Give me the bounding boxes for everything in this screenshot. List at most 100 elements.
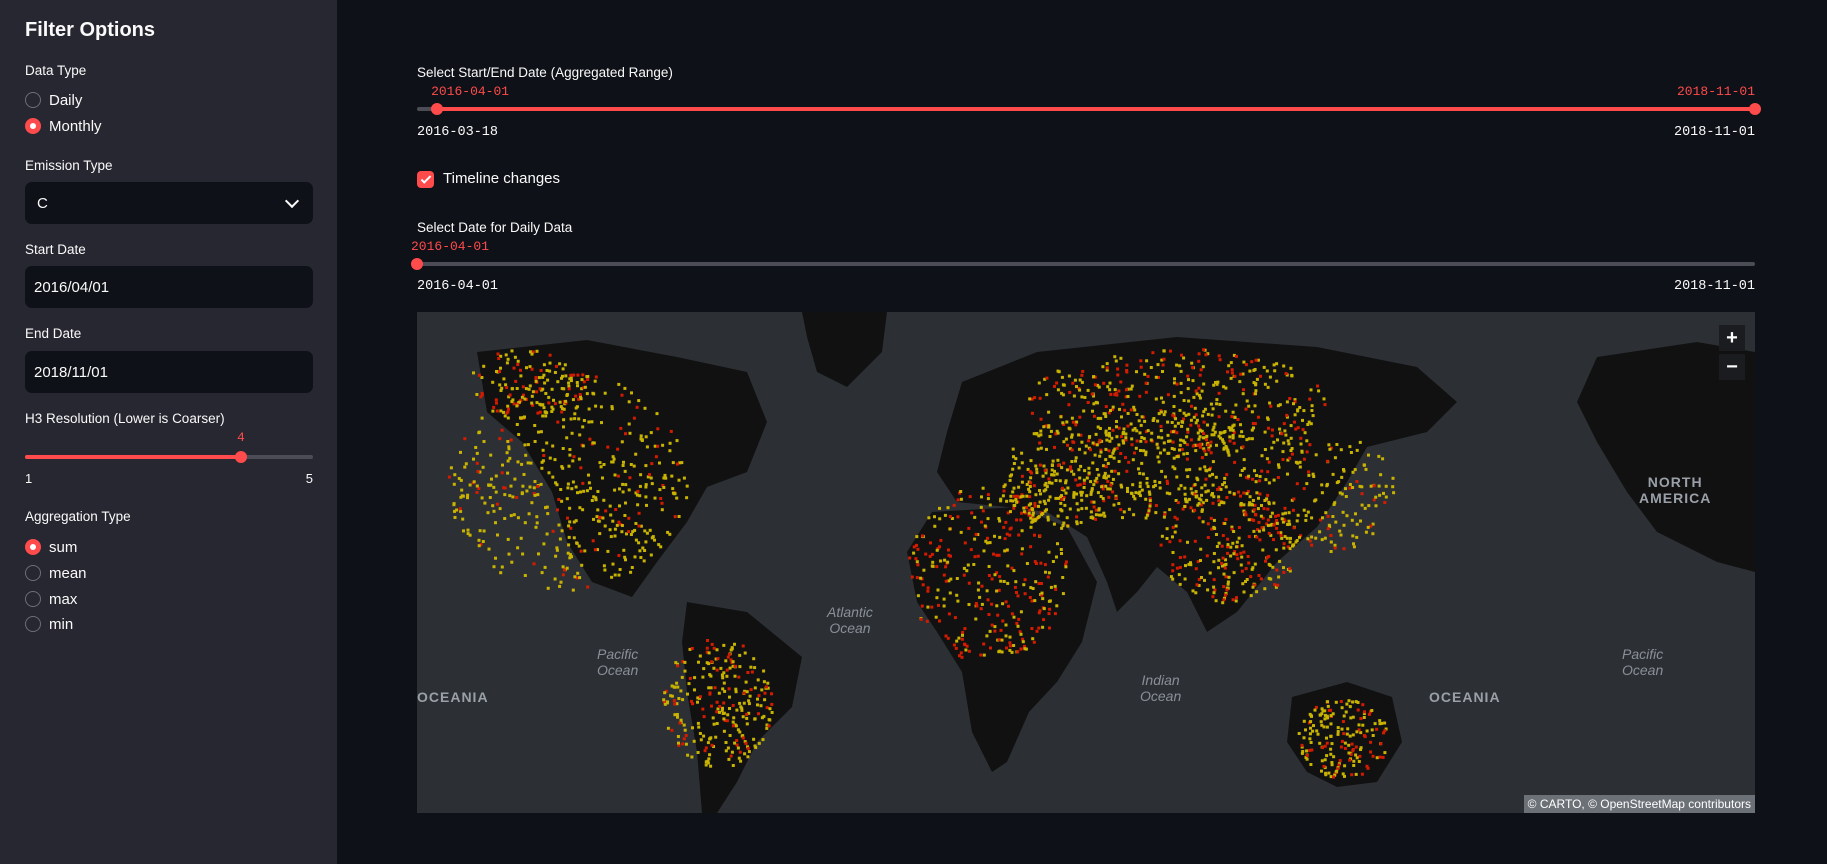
date-range-slider[interactable] bbox=[417, 103, 1761, 115]
chevron-down-icon bbox=[284, 193, 300, 208]
emission-cell bbox=[457, 477, 461, 480]
select-value: C bbox=[37, 194, 48, 212]
radio-circle-selected[interactable] bbox=[25, 118, 41, 134]
timeline-checkbox[interactable] bbox=[417, 171, 434, 188]
emission-cell bbox=[1323, 717, 1327, 721]
emission-cell bbox=[515, 404, 519, 408]
emission-cell bbox=[553, 402, 557, 406]
emission-cell bbox=[1094, 508, 1098, 512]
radio-circle[interactable] bbox=[25, 616, 41, 632]
emission-cell bbox=[1025, 562, 1029, 565]
emission-cell bbox=[1354, 745, 1358, 749]
zoom-in-button[interactable]: + bbox=[1719, 325, 1745, 351]
emission-cell bbox=[686, 692, 689, 696]
emissions-map[interactable]: NORTH AMERICA Atlantic Ocean Pacific Ocean … bbox=[417, 312, 1755, 813]
emission-cell bbox=[1351, 733, 1355, 737]
emission-cell bbox=[494, 398, 498, 402]
emission-cell bbox=[480, 391, 484, 395]
map-canvas[interactable] bbox=[417, 312, 1755, 813]
radio-circle[interactable] bbox=[25, 565, 41, 581]
emission-cell bbox=[548, 369, 552, 373]
emission-cell bbox=[1263, 587, 1267, 591]
emission-cell bbox=[1253, 368, 1257, 371]
start-date-input[interactable]: 2016/04/01 bbox=[25, 266, 313, 308]
emission-cell bbox=[1345, 702, 1349, 706]
emission-cell bbox=[1011, 490, 1015, 494]
range-slider-label: Select Start/End Date (Aggregated Range) bbox=[417, 65, 673, 80]
emission-cell bbox=[686, 753, 690, 757]
emission-cell bbox=[933, 524, 937, 528]
emission-cell bbox=[1178, 408, 1182, 412]
emission-cell bbox=[969, 548, 973, 552]
radio-daily[interactable]: Daily bbox=[25, 89, 82, 111]
slider-thumb[interactable] bbox=[235, 451, 247, 463]
radio-max[interactable]: max bbox=[25, 588, 77, 610]
emission-cell bbox=[699, 738, 703, 742]
emission-cell bbox=[1215, 533, 1218, 536]
radio-circle[interactable] bbox=[25, 92, 41, 108]
emission-cell bbox=[1104, 465, 1108, 469]
emission-cell bbox=[630, 391, 633, 395]
emission-cell bbox=[1228, 435, 1232, 439]
emission-cell bbox=[946, 506, 950, 510]
emission-cell bbox=[560, 499, 564, 503]
emission-type-select[interactable]: C bbox=[25, 182, 313, 224]
emission-cell bbox=[535, 521, 539, 525]
emission-cell bbox=[1105, 438, 1109, 442]
emission-cell bbox=[1280, 432, 1284, 436]
emission-cell bbox=[980, 495, 983, 499]
map-attribution[interactable]: © CARTO, © OpenStreetMap contributors bbox=[1523, 795, 1755, 813]
emission-cell bbox=[1132, 494, 1136, 498]
radio-monthly[interactable]: Monthly bbox=[25, 115, 102, 137]
radio-circle[interactable] bbox=[25, 591, 41, 607]
emission-cell bbox=[1288, 567, 1292, 571]
emission-cell bbox=[556, 380, 560, 384]
emission-cell bbox=[745, 690, 749, 694]
emission-cell bbox=[1348, 486, 1352, 490]
emission-cell bbox=[1307, 470, 1311, 474]
emission-cell bbox=[1056, 542, 1059, 546]
h3-max: 5 bbox=[305, 471, 313, 486]
emission-cell bbox=[1314, 536, 1318, 540]
emission-cell bbox=[944, 634, 948, 638]
emission-cell bbox=[1062, 521, 1066, 525]
emission-cell bbox=[1189, 561, 1192, 565]
radio-min[interactable]: min bbox=[25, 613, 73, 635]
emission-cell bbox=[959, 651, 963, 655]
emission-cell bbox=[1222, 572, 1226, 576]
emission-cell bbox=[1325, 736, 1328, 740]
radio-label: min bbox=[49, 615, 74, 633]
emission-cell bbox=[579, 549, 583, 553]
emission-cell bbox=[702, 667, 706, 671]
timeline-checkbox-label[interactable]: Timeline changes bbox=[443, 170, 560, 187]
h3-resolution-slider[interactable] bbox=[25, 451, 313, 463]
emission-cell bbox=[1263, 448, 1267, 451]
emission-cell bbox=[1267, 531, 1271, 535]
emission-cell bbox=[620, 440, 624, 444]
zoom-out-button[interactable]: − bbox=[1719, 354, 1745, 380]
emission-cell bbox=[1229, 376, 1233, 380]
emission-cell bbox=[1135, 370, 1138, 374]
emission-cell bbox=[744, 680, 748, 684]
radio-sum[interactable]: sum bbox=[25, 536, 77, 558]
emission-cell bbox=[1296, 461, 1300, 465]
daily-date-slider[interactable] bbox=[411, 258, 1755, 270]
emission-cell bbox=[629, 570, 633, 574]
emission-cell bbox=[1258, 492, 1262, 496]
slider-thumb-end[interactable] bbox=[1749, 103, 1761, 115]
emission-cell bbox=[1336, 730, 1340, 733]
emission-cell bbox=[708, 692, 712, 696]
emission-cell bbox=[1206, 522, 1210, 526]
radio-mean[interactable]: mean bbox=[25, 562, 87, 584]
slider-thumb[interactable] bbox=[411, 258, 423, 270]
emission-cell bbox=[611, 562, 615, 566]
emission-cell bbox=[987, 613, 991, 616]
emission-cell bbox=[1189, 487, 1193, 491]
emission-cell bbox=[1156, 455, 1160, 459]
radio-circle-selected[interactable] bbox=[25, 539, 41, 555]
emission-cell bbox=[1202, 348, 1206, 352]
emission-cell bbox=[530, 401, 534, 405]
slider-thumb-start[interactable] bbox=[431, 103, 444, 115]
end-date-input[interactable]: 2018/11/01 bbox=[25, 351, 313, 393]
emission-cell bbox=[1080, 380, 1084, 384]
